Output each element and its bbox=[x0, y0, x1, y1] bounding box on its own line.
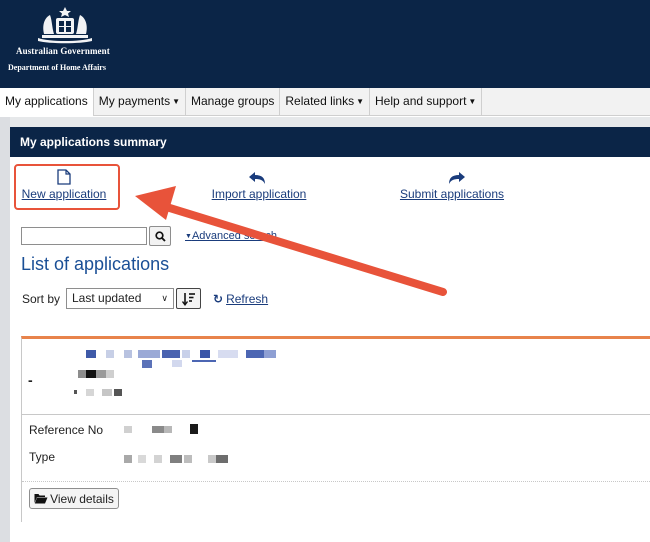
caret-down-icon: ▼ bbox=[172, 97, 180, 106]
sort-select[interactable]: Last updated ∨ bbox=[66, 288, 174, 309]
search-input[interactable] bbox=[21, 227, 147, 245]
caret-down-icon: ▼ bbox=[468, 97, 477, 106]
folder-open-icon bbox=[34, 494, 48, 504]
share-icon bbox=[449, 172, 465, 184]
card-dash: - bbox=[28, 372, 33, 388]
refresh-label: Refresh bbox=[226, 292, 269, 306]
nav-label: My payments bbox=[98, 94, 171, 108]
refresh-icon: ↻ bbox=[213, 292, 224, 306]
nav-label: My applications bbox=[5, 94, 88, 108]
chevron-down-icon: ∨ bbox=[161, 293, 168, 303]
nav-related-links[interactable]: Related links ▼ bbox=[280, 88, 371, 116]
reference-no-label: Reference No bbox=[29, 423, 104, 437]
view-details-button[interactable]: View details bbox=[29, 488, 119, 509]
advanced-search-link[interactable]: ▼Advanced search bbox=[185, 230, 277, 242]
search-icon bbox=[154, 230, 166, 242]
summary-title-bar: My applications summary bbox=[10, 127, 650, 157]
nav-label: Manage groups bbox=[191, 94, 275, 108]
caret-down-icon: ▼ bbox=[356, 97, 365, 106]
submit-applications-label: Submit applications bbox=[399, 187, 505, 201]
nav-label: Related links bbox=[285, 94, 355, 108]
view-details-label: View details bbox=[50, 491, 114, 506]
highlight-annotation bbox=[14, 164, 120, 210]
nav-help-and-support[interactable]: Help and support ▼ bbox=[370, 88, 483, 116]
sort-direction-button[interactable] bbox=[176, 288, 201, 309]
refresh-link[interactable]: ↻ Refresh bbox=[213, 292, 268, 306]
nav-label: Help and support bbox=[375, 94, 467, 108]
card-separator bbox=[21, 414, 650, 415]
page-top-strip bbox=[0, 117, 650, 127]
nav-my-payments[interactable]: My payments ▼ bbox=[94, 88, 186, 116]
government-header: Australian Government Department of Home… bbox=[0, 0, 650, 88]
import-application-label: Import application bbox=[211, 187, 307, 201]
page-left-gutter bbox=[0, 117, 10, 542]
import-icon bbox=[249, 172, 265, 184]
card-footer-divider bbox=[22, 481, 650, 482]
sort-label: Sort by bbox=[22, 292, 61, 306]
advanced-search-label: Advanced search bbox=[191, 230, 277, 242]
caret-down-icon: ▼ bbox=[185, 233, 192, 240]
coat-of-arms-icon bbox=[38, 7, 92, 44]
department-name: Department of Home Affairs bbox=[8, 63, 106, 72]
summary-title: My applications summary bbox=[20, 135, 167, 149]
type-label: Type bbox=[29, 450, 56, 464]
main-nav: My applications My payments ▼ Manage grou… bbox=[0, 88, 650, 116]
submit-applications-link[interactable]: Submit applications bbox=[399, 168, 505, 201]
search-button[interactable] bbox=[149, 226, 171, 246]
list-title: List of applications bbox=[21, 254, 170, 274]
nav-my-applications[interactable]: My applications bbox=[0, 88, 94, 116]
government-name: Australian Government bbox=[16, 46, 110, 56]
import-application-link[interactable]: Import application bbox=[211, 168, 307, 201]
sort-selected-value: Last updated bbox=[72, 291, 142, 305]
sort-descending-icon bbox=[181, 292, 195, 306]
nav-manage-groups[interactable]: Manage groups bbox=[186, 88, 281, 116]
